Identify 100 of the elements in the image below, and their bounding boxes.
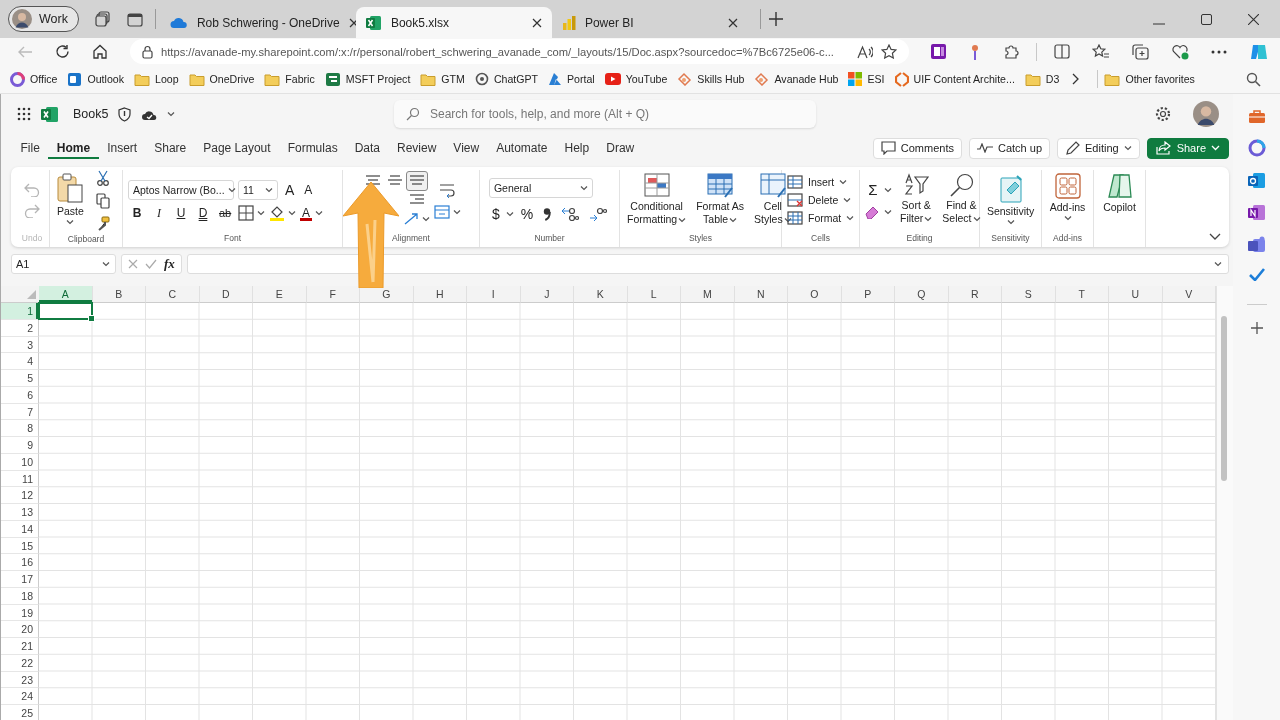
ribbon-button[interactable]: Sort & Filter: [898, 173, 935, 226]
paste-button[interactable]: Paste: [55, 173, 86, 225]
bookmark-item[interactable]: YouTube: [604, 73, 668, 85]
column-header[interactable]: B: [92, 286, 146, 303]
bold-button[interactable]: B: [128, 204, 146, 221]
editing-mode-button[interactable]: Editing: [1057, 137, 1140, 159]
share-button[interactable]: Share: [1146, 137, 1229, 159]
column-header[interactable]: I: [467, 286, 521, 303]
column-header[interactable]: J: [520, 286, 574, 303]
add-ins-button[interactable]: Add-ins: [1046, 173, 1089, 221]
bookmark-item[interactable]: Loop: [134, 71, 179, 87]
row-header[interactable]: 5: [1, 370, 39, 387]
column-header[interactable]: E: [253, 286, 307, 303]
font-name-select[interactable]: Aptos Narrow (Bo...: [128, 179, 234, 200]
column-header[interactable]: U: [1109, 286, 1163, 303]
column-header[interactable]: T: [1055, 286, 1109, 303]
bookmark-item[interactable]: Skills Hub: [677, 72, 745, 86]
column-header[interactable]: L: [627, 286, 681, 303]
percent-button[interactable]: %: [517, 206, 537, 222]
number-format-select[interactable]: General: [488, 178, 593, 198]
menu-tab[interactable]: File: [12, 137, 49, 159]
bookmark-item[interactable]: ESI: [848, 72, 885, 86]
row-header[interactable]: 1: [1, 303, 39, 320]
insert-function-button[interactable]: fx: [164, 256, 175, 272]
row-header[interactable]: 9: [1, 437, 39, 454]
row-header[interactable]: 12: [1, 487, 39, 504]
group-label: Clipboard: [66, 233, 106, 246]
address-field[interactable]: https://avanade-my.sharepoint.com/:x:/r/personal/robert_schwering_avanade_com/_layouts/15/Doc.aspx?sourcedoc=%7Bc6725e06-c...: [130, 39, 910, 64]
menu-tab[interactable]: Formulas: [279, 137, 347, 159]
bookmark-item[interactable]: Portal: [548, 72, 595, 86]
catch-up-button[interactable]: Catch up: [968, 137, 1050, 159]
font-size-select[interactable]: 11: [238, 179, 278, 200]
column-header[interactable]: R: [948, 286, 1002, 303]
profile-button[interactable]: Work: [8, 6, 79, 32]
row-header[interactable]: 24: [1, 688, 39, 705]
column-header[interactable]: F: [306, 286, 360, 303]
menu-tab[interactable]: Insert: [98, 137, 146, 159]
column-header[interactable]: N: [734, 286, 788, 303]
comments-button[interactable]: Comments: [872, 137, 962, 159]
row-header[interactable]: 20: [1, 621, 39, 638]
sensitivity-button[interactable]: Sensitivity: [983, 173, 1038, 225]
bookmark-item[interactable]: Avanade Hub: [754, 72, 839, 86]
menu-tab[interactable]: View: [444, 137, 488, 159]
ribbon-button[interactable]: Format: [787, 211, 855, 225]
bookmark-item[interactable]: OneDrive: [188, 71, 255, 87]
bookmark-item[interactable]: UIF Content Archite...: [894, 71, 1015, 87]
menu-tab[interactable]: Draw: [597, 137, 643, 159]
column-header[interactable]: O: [788, 286, 842, 303]
column-header[interactable]: K: [574, 286, 628, 303]
decrease-font-size-button[interactable]: A: [301, 181, 316, 198]
menu-tab[interactable]: Share: [145, 137, 195, 159]
column-header[interactable]: C: [146, 286, 200, 303]
menu-tab[interactable]: Review: [388, 137, 445, 159]
bookmark-folder[interactable]: Other favorites: [1104, 71, 1195, 87]
bookmark-item[interactable]: Office: [10, 71, 58, 87]
autosum-button[interactable]: Σ: [865, 181, 881, 198]
menu-tab[interactable]: Data: [346, 137, 389, 159]
row-header[interactable]: 16: [1, 554, 39, 571]
column-header[interactable]: P: [841, 286, 895, 303]
bookmark-item[interactable]: Outlook: [67, 71, 124, 87]
menu-tab[interactable]: Help: [556, 137, 598, 159]
increase-font-size-button[interactable]: A: [282, 181, 298, 198]
bookmark-item[interactable]: ChatGPT: [474, 72, 539, 86]
browser-tab[interactable]: Power BI: [551, 7, 748, 38]
menu-tab[interactable]: Page Layout: [194, 137, 280, 159]
ribbon-button[interactable]: Insert: [787, 175, 848, 189]
column-header[interactable]: D: [199, 286, 253, 303]
currency-button[interactable]: $: [488, 206, 503, 222]
file-name[interactable]: Book5: [73, 107, 109, 121]
ribbon-button[interactable]: Format As Table: [694, 173, 747, 227]
row-header[interactable]: 4: [1, 353, 39, 370]
column-header[interactable]: S: [1002, 286, 1056, 303]
double-underline-button[interactable]: D: [194, 204, 212, 221]
name-box[interactable]: A1: [11, 254, 116, 274]
column-header[interactable]: Q: [895, 286, 949, 303]
italic-button[interactable]: I: [150, 204, 168, 221]
ribbon-button[interactable]: Find & Select: [940, 173, 983, 226]
row-header[interactable]: 17: [1, 571, 39, 588]
column-header[interactable]: M: [681, 286, 735, 303]
menu-tab[interactable]: Automate: [487, 137, 557, 159]
menu-tab[interactable]: Home: [48, 137, 99, 159]
ribbon-button[interactable]: Conditional Formatting: [625, 173, 689, 227]
row-header[interactable]: 13: [1, 504, 39, 521]
browser-tab[interactable]: Rob Schwering - OneDrive: [159, 7, 356, 38]
column-header[interactable]: H: [413, 286, 467, 303]
ribbon-button[interactable]: Delete: [787, 193, 852, 207]
bookmark-item[interactable]: MSFT Project: [324, 71, 411, 87]
browser-tab[interactable]: Book5.xlsx: [355, 7, 552, 38]
row-header[interactable]: 21: [1, 638, 39, 655]
column-header[interactable]: G: [360, 286, 414, 303]
copilot-button[interactable]: Copilot: [1101, 173, 1138, 213]
font-color-button[interactable]: A: [300, 204, 312, 221]
search-field[interactable]: Search for tools, help, and more (Alt + Q): [394, 100, 816, 128]
bookmark-item[interactable]: D3: [1024, 71, 1060, 87]
strikethrough-button[interactable]: ab: [216, 204, 234, 221]
bookmark-item[interactable]: Fabric: [264, 71, 315, 87]
underline-button[interactable]: U: [172, 204, 190, 221]
row-header[interactable]: 8: [1, 420, 39, 437]
bookmark-item[interactable]: GTM: [420, 71, 465, 87]
column-header[interactable]: V: [1162, 286, 1216, 303]
